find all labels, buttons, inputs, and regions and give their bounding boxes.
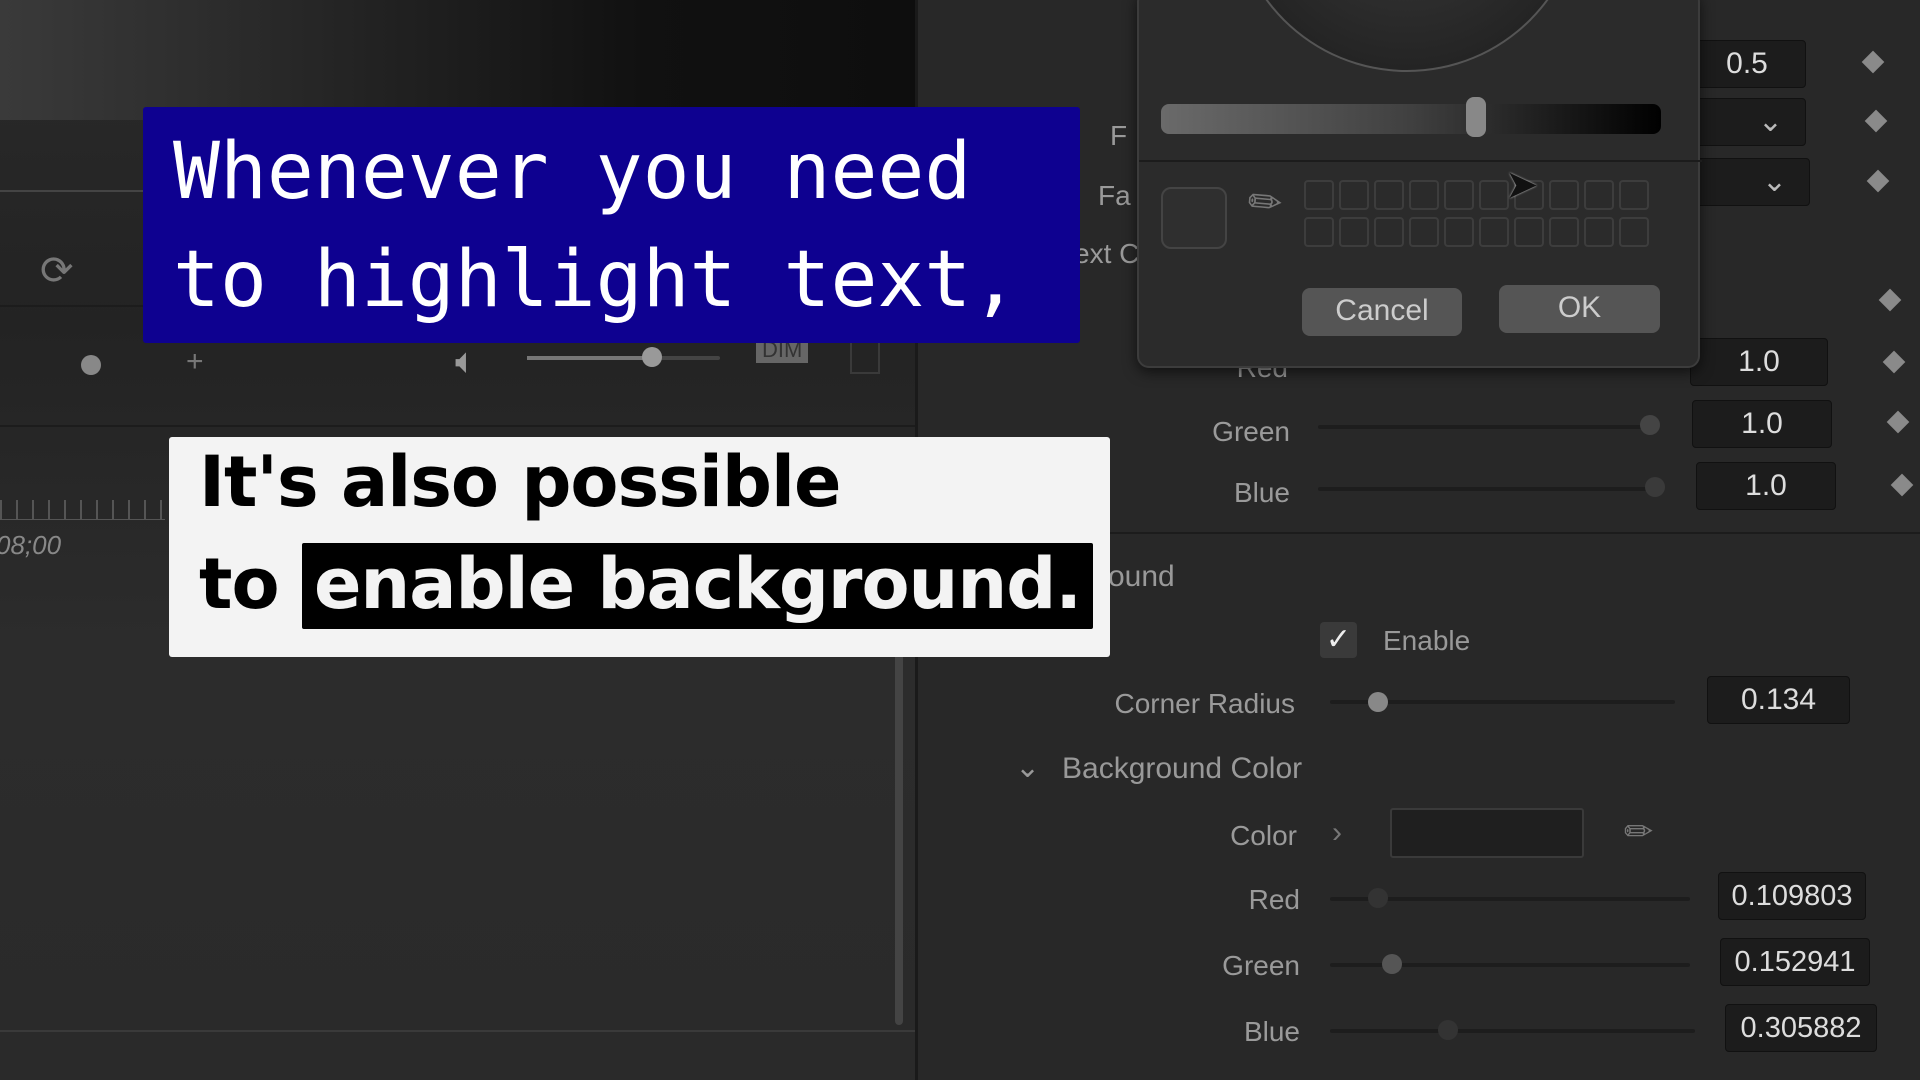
volume-slider[interactable]	[527, 356, 720, 360]
divider	[1139, 160, 1702, 162]
custom-color-cell[interactable]	[1444, 217, 1474, 247]
bg-green-thumb[interactable]	[1382, 954, 1402, 974]
loop-icon[interactable]: ⟳	[40, 248, 74, 294]
cancel-button[interactable]: Cancel	[1302, 288, 1462, 336]
custom-color-cell[interactable]	[1514, 217, 1544, 247]
enable-checkbox[interactable]: ✓	[1320, 622, 1357, 658]
ok-button[interactable]: OK	[1499, 285, 1660, 333]
custom-color-cell[interactable]	[1619, 180, 1649, 210]
custom-color-cell[interactable]	[1304, 180, 1334, 210]
custom-color-cell[interactable]	[1339, 217, 1369, 247]
dropdown[interactable]: ⌄	[1688, 98, 1806, 146]
zoom-plus-icon[interactable]: +	[186, 345, 204, 379]
green-label: Green	[1212, 416, 1290, 447]
green-slider[interactable]	[1318, 425, 1658, 429]
divider	[1100, 532, 1920, 534]
custom-color-cell[interactable]	[1409, 217, 1439, 247]
bg-blue-value[interactable]: 0.305882	[1725, 1004, 1877, 1052]
viewer-canvas	[0, 0, 915, 120]
corner-radius-value[interactable]: 0.134	[1707, 676, 1850, 724]
speaker-icon[interactable]: 🔈︎	[455, 340, 477, 383]
color-swatch[interactable]	[1390, 808, 1584, 858]
bg-red-value[interactable]: 0.109803	[1718, 872, 1866, 920]
bg-blue-label: Blue	[1243, 1016, 1300, 1047]
section-header-background[interactable]: ound	[1108, 560, 1175, 594]
color-wheel[interactable]	[1232, 0, 1582, 72]
zoom-slider-thumb[interactable]	[81, 355, 101, 375]
bg-green-value[interactable]: 0.152941	[1720, 938, 1870, 986]
bg-blue-slider[interactable]	[1330, 1029, 1695, 1033]
value-field[interactable]: 0.5	[1688, 40, 1806, 88]
custom-color-cell[interactable]	[1304, 217, 1334, 247]
green-thumb[interactable]	[1640, 415, 1660, 435]
eyedropper-icon[interactable]: ✎	[1238, 175, 1293, 232]
brightness-thumb[interactable]	[1466, 97, 1486, 137]
blue-thumb[interactable]	[1645, 477, 1665, 497]
caption-line-2: to highlight text,	[173, 235, 1019, 325]
highlight-caption: Whenever you need to highlight text,	[143, 107, 1080, 343]
blue-label: Blue	[1233, 477, 1290, 508]
custom-color-cell[interactable]	[1549, 180, 1579, 210]
divider	[0, 190, 150, 192]
divider	[0, 1030, 915, 1032]
background-color-header[interactable]: Background Color	[1062, 752, 1302, 786]
scrollbar[interactable]	[895, 640, 903, 1025]
partial-label: ext C	[1074, 238, 1140, 269]
callout-prefix: to	[199, 543, 280, 625]
dropdown[interactable]: ⌄	[1688, 158, 1810, 206]
brightness-slider[interactable]	[1161, 104, 1661, 134]
custom-color-cell[interactable]	[1549, 217, 1579, 247]
custom-color-cell[interactable]	[1619, 217, 1649, 247]
corner-radius-thumb[interactable]	[1368, 692, 1388, 712]
callout-line-1: It's also possible	[199, 441, 841, 523]
chevron-right-icon[interactable]: ›	[1332, 816, 1342, 850]
timecode: 08;00	[0, 530, 62, 560]
color-picker-dialog: ✎ Cancel OK	[1137, 0, 1702, 368]
timeline-ruler[interactable]	[0, 500, 165, 520]
current-color-swatch	[1161, 187, 1227, 249]
green-value[interactable]: 1.0	[1692, 400, 1832, 448]
custom-color-cell[interactable]	[1479, 217, 1509, 247]
corner-radius-label: Corner Radius	[1114, 688, 1295, 719]
custom-color-cell[interactable]	[1374, 217, 1404, 247]
bg-red-thumb[interactable]	[1368, 888, 1388, 908]
blue-slider[interactable]	[1318, 487, 1658, 491]
custom-color-cell[interactable]	[1409, 180, 1439, 210]
chevron-down-icon[interactable]: ⌄	[1015, 750, 1040, 785]
custom-color-cell[interactable]	[1444, 180, 1474, 210]
partial-label: F	[1110, 120, 1128, 151]
custom-color-cell[interactable]	[1374, 180, 1404, 210]
bg-green-label: Green	[1222, 950, 1300, 981]
red-value[interactable]: 1.0	[1690, 338, 1828, 386]
callout-highlight: enable background.	[301, 543, 1093, 629]
enable-label: Enable	[1383, 625, 1471, 656]
audio-meter	[850, 340, 880, 374]
partial-label: Fa	[1098, 180, 1131, 211]
custom-colors-grid	[1304, 180, 1654, 252]
bg-red-label: Red	[1248, 884, 1300, 915]
caption-line-1: Whenever you need	[173, 127, 972, 217]
mouse-cursor: ➤	[1505, 163, 1539, 207]
custom-color-cell[interactable]	[1339, 180, 1369, 210]
bg-blue-thumb[interactable]	[1438, 1020, 1458, 1040]
background-callout: It's also possible to enable background.	[169, 437, 1110, 657]
divider	[0, 425, 915, 427]
blue-value[interactable]: 1.0	[1696, 462, 1836, 510]
custom-color-cell[interactable]	[1584, 217, 1614, 247]
custom-color-cell[interactable]	[1584, 180, 1614, 210]
color-label: Color	[1230, 820, 1297, 851]
